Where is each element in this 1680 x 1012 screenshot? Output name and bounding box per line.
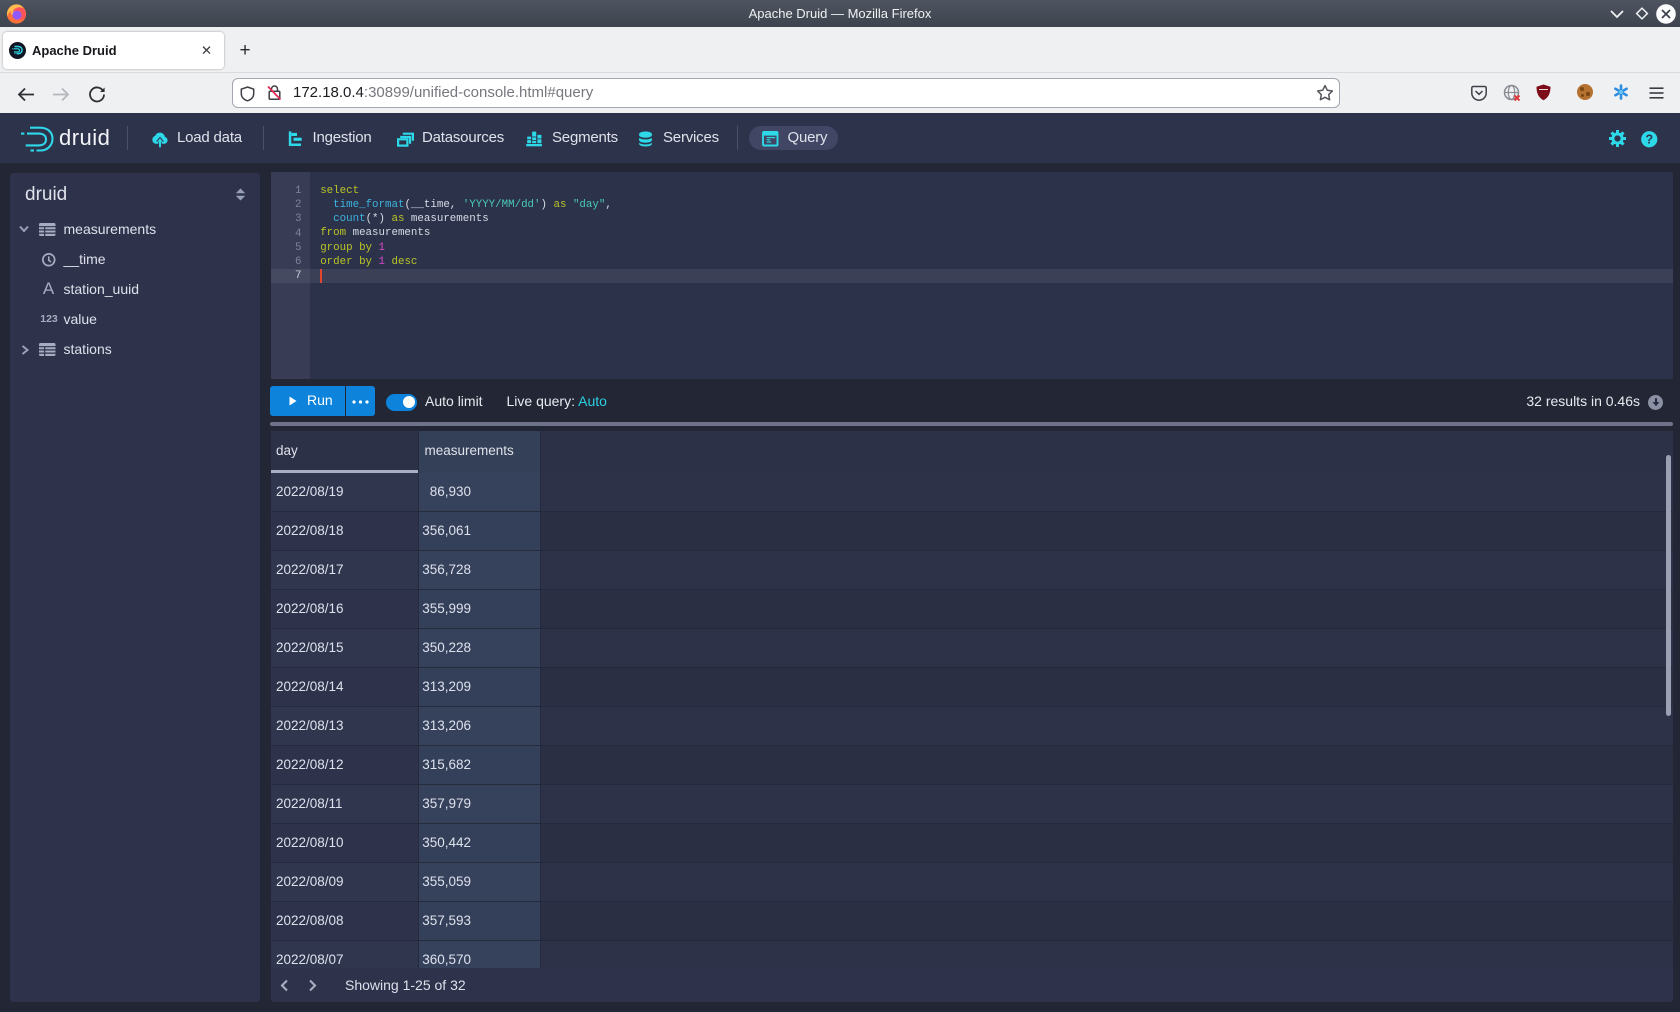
svg-text:?: ? [1646,133,1654,147]
